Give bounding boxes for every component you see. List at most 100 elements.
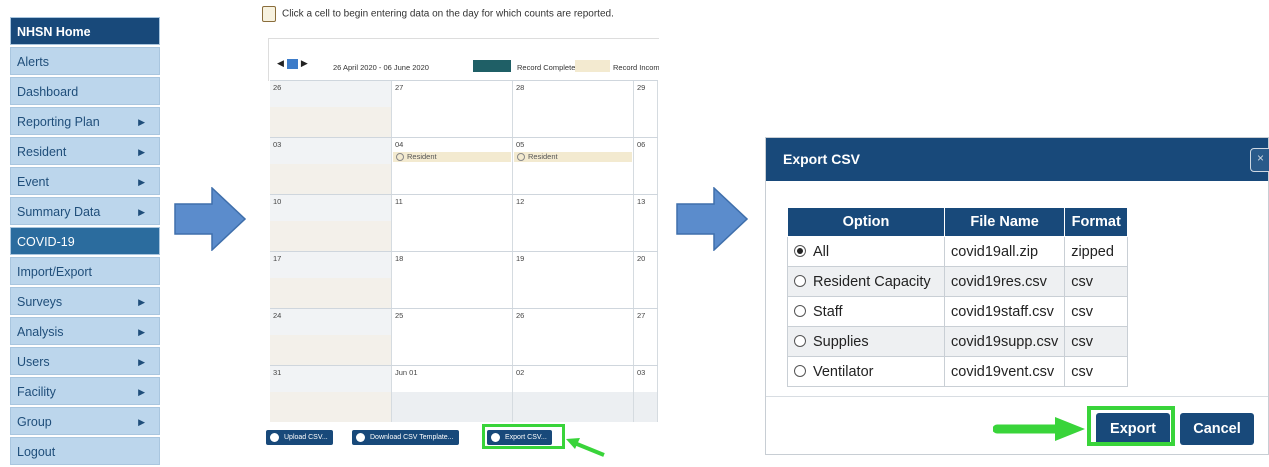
prev-month-icon[interactable]: ◀ <box>277 58 284 68</box>
day-number: 11 <box>395 197 403 206</box>
nav-item-alerts[interactable]: Alerts <box>10 47 160 75</box>
day-number: 12 <box>516 197 525 206</box>
legend-incomplete-label: Record Incomplete <box>613 63 659 72</box>
option-cell[interactable]: Supplies <box>787 326 945 357</box>
nav-item-label: Reporting Plan <box>17 115 100 129</box>
day-number: 03 <box>637 368 646 377</box>
nav-item-label: Dashboard <box>17 85 79 99</box>
day-number: 26 <box>516 311 525 320</box>
nav-item-dashboard[interactable]: Dashboard <box>10 77 160 105</box>
calendar-day[interactable]: 28 <box>513 81 634 137</box>
calendar-day[interactable]: 17 <box>270 252 392 308</box>
pointer-arrow-icon <box>566 438 605 457</box>
file-name-cell: covid19staff.csv <box>943 296 1066 327</box>
calendar-day[interactable]: 20 <box>634 252 658 308</box>
file-name-cell: covid19vent.csv <box>943 356 1066 387</box>
calendar-day[interactable]: 25 <box>392 309 513 365</box>
radio-button[interactable] <box>794 364 806 377</box>
calendar-day[interactable]: 31 <box>270 366 392 422</box>
option-cell[interactable]: Staff <box>787 296 945 327</box>
entry-label: Resident <box>528 152 558 161</box>
calendar-day[interactable]: 02 <box>513 366 634 422</box>
calendar-day[interactable]: 13 <box>634 195 658 251</box>
plus-circle-icon <box>270 433 279 442</box>
nav-item-covid-19[interactable]: COVID-19 <box>10 227 160 255</box>
download-csv-template-button[interactable]: Download CSV Template... <box>352 430 459 445</box>
day-number: 27 <box>637 311 646 320</box>
day-number: 05 <box>516 140 525 149</box>
calendar-day[interactable]: 10 <box>270 195 392 251</box>
nav-item-label: Import/Export <box>17 265 93 279</box>
nav-item-analysis[interactable]: Analysis ▶ <box>10 317 160 345</box>
calendar-day[interactable]: 03 <box>270 138 392 194</box>
nav-item-facility[interactable]: Facility ▶ <box>10 377 160 405</box>
nav-item-summary-data[interactable]: Summary Data ▶ <box>10 197 160 225</box>
export-csv-dialog: Export CSV × Option File Name Format All… <box>765 137 1269 455</box>
calendar-day[interactable]: 03 <box>634 366 658 422</box>
calendar-day[interactable]: 18 <box>392 252 513 308</box>
entry-label: Resident <box>407 152 437 161</box>
nav-item-reporting-plan[interactable]: Reporting Plan ▶ <box>10 107 160 135</box>
day-number: 29 <box>637 83 646 92</box>
calendar-nav: ◀ ▶ <box>277 58 308 69</box>
radio-button-selected[interactable] <box>794 244 806 257</box>
export-button-highlight-box <box>1087 406 1175 446</box>
table-row[interactable]: Supplies covid19supp.csv csv <box>787 326 1129 357</box>
upload-csv-button[interactable]: Upload CSV... <box>266 430 333 445</box>
nav-item-nhsn-home[interactable]: NHSN Home <box>10 17 160 45</box>
resident-entry[interactable]: Resident <box>393 152 511 162</box>
table-row[interactable]: Ventilator covid19vent.csv csv <box>787 356 1129 387</box>
next-month-icon[interactable]: ▶ <box>301 58 308 68</box>
nav-item-group[interactable]: Group ▶ <box>10 407 160 435</box>
radio-button[interactable] <box>794 274 806 287</box>
radio-button[interactable] <box>794 304 806 317</box>
calendar-day[interactable]: 12 <box>513 195 634 251</box>
resident-entry[interactable]: Resident <box>514 152 632 162</box>
day-number: 03 <box>273 140 282 149</box>
calendar-day[interactable]: 27 <box>634 309 658 365</box>
day-number: 13 <box>637 197 646 206</box>
day-number: 17 <box>273 254 282 263</box>
nav-item-import-export[interactable]: Import/Export <box>10 257 160 285</box>
calendar-icon[interactable] <box>286 58 298 69</box>
calendar-day[interactable]: Jun 01 <box>392 366 513 422</box>
calendar-week: 17 18 19 20 <box>270 251 658 308</box>
option-cell[interactable]: Resident Capacity <box>787 266 945 297</box>
calendar-day[interactable]: 04 Resident <box>392 138 513 194</box>
format-cell: csv <box>1064 296 1129 327</box>
day-number: 10 <box>273 197 282 206</box>
nav-item-resident[interactable]: Resident ▶ <box>10 137 160 165</box>
nav-item-logout[interactable]: Logout <box>10 437 160 465</box>
day-number: 25 <box>395 311 404 320</box>
option-cell[interactable]: All <box>787 236 945 267</box>
button-label: Download CSV Template... <box>370 434 454 441</box>
instruction-text: Click a cell to begin entering data on t… <box>282 8 614 20</box>
radio-button[interactable] <box>794 334 806 347</box>
nav-item-event[interactable]: Event ▶ <box>10 167 160 195</box>
calendar-day[interactable]: 11 <box>392 195 513 251</box>
table-row[interactable]: Staff covid19staff.csv csv <box>787 296 1129 327</box>
pointer-arrow-icon <box>993 417 1085 441</box>
calendar-day[interactable]: 26 <box>513 309 634 365</box>
table-row[interactable]: All covid19all.zip zipped <box>787 236 1129 267</box>
close-glyph: × <box>1257 151 1265 165</box>
nav-item-label: Users <box>17 355 50 369</box>
nav-item-surveys[interactable]: Surveys ▶ <box>10 287 160 315</box>
nav-item-users[interactable]: Users ▶ <box>10 347 160 375</box>
calendar-day[interactable]: 06 <box>634 138 658 194</box>
calendar-day[interactable]: 27 <box>392 81 513 137</box>
calendar-grid: 26 27 28 29 03 04 Resident 05 Resident 0… <box>270 80 658 422</box>
option-cell[interactable]: Ventilator <box>787 356 945 387</box>
option-label: All <box>813 243 830 260</box>
calendar-day[interactable]: 26 <box>270 81 392 137</box>
nav-item-label: Facility <box>17 385 56 399</box>
close-icon[interactable]: × <box>1250 148 1269 172</box>
table-row[interactable]: Resident Capacity covid19res.csv csv <box>787 266 1129 297</box>
calendar-day[interactable]: 19 <box>513 252 634 308</box>
caret-right-icon: ▶ <box>138 417 145 427</box>
calendar-week: 03 04 Resident 05 Resident 06 <box>270 137 658 194</box>
calendar-day[interactable]: 29 <box>634 81 658 137</box>
calendar-day[interactable]: 24 <box>270 309 392 365</box>
calendar-day[interactable]: 05 Resident <box>513 138 634 194</box>
cancel-button[interactable]: Cancel <box>1180 413 1254 445</box>
